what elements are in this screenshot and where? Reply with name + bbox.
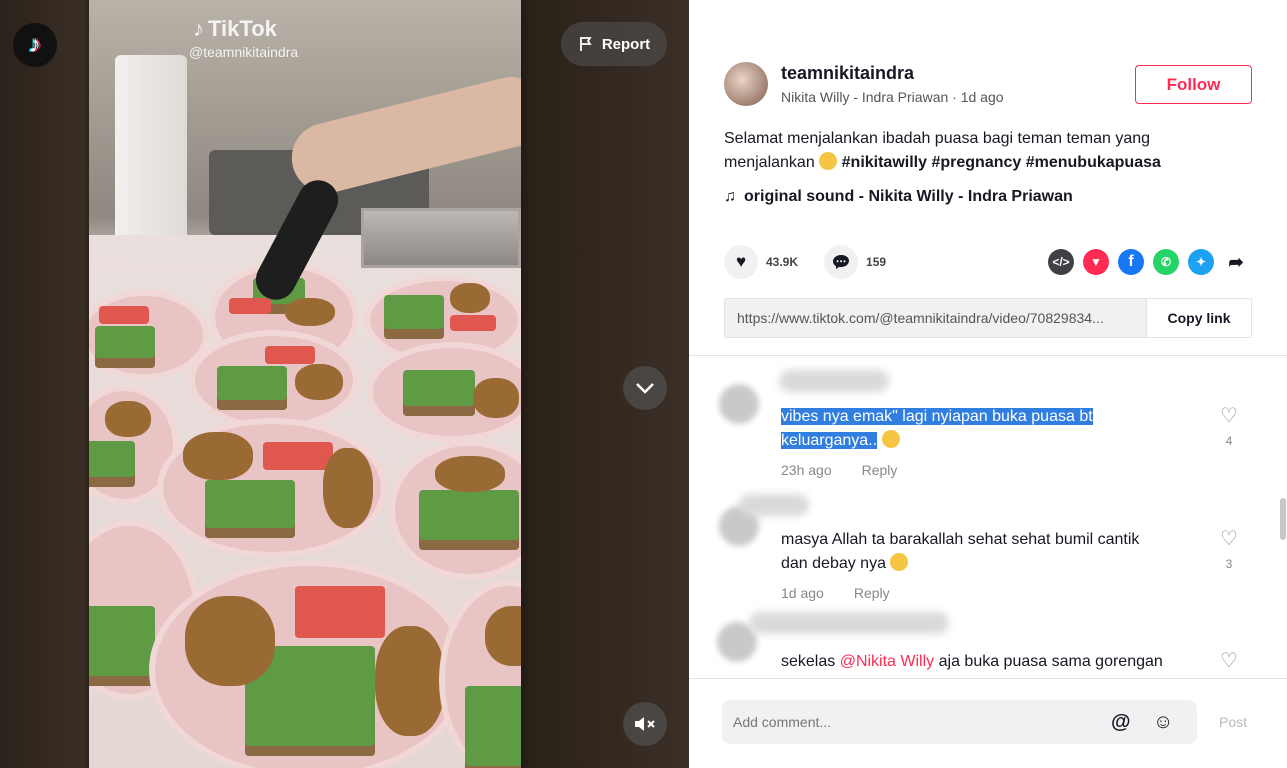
post-comment-button[interactable]: Post — [1219, 714, 1247, 730]
whatsapp-icon[interactable]: ✆ — [1153, 249, 1179, 275]
heart-outline-icon: ♡ — [1220, 528, 1238, 550]
video-scene-plate — [157, 418, 387, 558]
video-description: Selamat menjalankan ibadah puasa bagi te… — [724, 127, 1224, 175]
hashtag-link[interactable]: #nikitawilly — [842, 154, 927, 171]
smiling-face-emoji-icon — [819, 152, 838, 170]
comment-input-placeholder: Add comment... — [733, 714, 832, 730]
heart-outline-icon: ♡ — [1220, 650, 1238, 672]
comment-time: 23h ago — [781, 462, 832, 478]
comment-input[interactable]: Add comment... @ ☺ — [722, 700, 1197, 744]
reply-button[interactable]: Reply — [862, 462, 898, 478]
comment-button[interactable] — [824, 245, 859, 279]
video-frame[interactable]: ♪ TikTok @teamnikitaindra — [89, 0, 521, 768]
share-link-box: https://www.tiktok.com/@teamnikitaindra/… — [724, 298, 1252, 338]
composer-divider — [689, 678, 1287, 679]
like-count: 43.9K — [766, 255, 799, 269]
author-username[interactable]: teamnikitaindra — [781, 63, 1004, 84]
commenter-name[interactable] — [749, 612, 949, 634]
heart-icon: ♥ — [735, 252, 747, 271]
comments-scrollbar[interactable] — [1280, 498, 1286, 540]
share-link-text[interactable]: https://www.tiktok.com/@teamnikitaindra/… — [725, 299, 1146, 337]
heart-outline-icon: ♡ — [1220, 405, 1238, 427]
follow-button[interactable]: Follow — [1135, 65, 1252, 104]
author-avatar[interactable] — [724, 62, 768, 106]
comment-time: 1d ago — [781, 585, 824, 601]
music-note-icon: ♫ — [724, 188, 736, 205]
comment-like[interactable]: ♡ 3 — [1217, 526, 1241, 571]
comment-meta: 23h ago Reply — [781, 462, 897, 478]
grinning-face-emoji-icon — [881, 430, 900, 448]
flag-icon — [579, 37, 592, 51]
post-time: 1d ago — [960, 89, 1004, 105]
comment-like[interactable]: ♡ 4 — [1217, 403, 1241, 448]
video-scene-plate — [149, 560, 469, 768]
commenter-name[interactable] — [739, 494, 809, 516]
comment-text: masya Allah ta barakallah sehat sehat bu… — [781, 531, 1140, 572]
tiktok-logo-icon[interactable]: ♪ — [13, 23, 57, 67]
author-subtitle: Nikita Willy - Indra Priawan · 1d ago — [781, 89, 1004, 105]
reply-button[interactable]: Reply — [854, 585, 890, 601]
comment-list: vibes nya emak" lagi nyiapan buka puasa … — [689, 356, 1287, 678]
author-info[interactable]: teamnikitaindra Nikita Willy - Indra Pri… — [724, 62, 1004, 106]
speaker-muted-icon — [635, 717, 655, 731]
copy-link-button[interactable]: Copy link — [1146, 299, 1251, 337]
comment-count: 159 — [866, 255, 887, 269]
emoji-picker-icon[interactable]: ☺ — [1153, 711, 1173, 734]
chevron-down-icon — [636, 383, 654, 394]
engagement-actions: ♥ 43.9K 159 — [724, 245, 912, 279]
next-video-button[interactable] — [623, 366, 667, 410]
watermark-username: @teamnikitaindra — [189, 44, 299, 60]
comment-text: sekelas @Nikita Willy aja buka puasa sam… — [781, 653, 1163, 670]
hashtag-link[interactable]: #pregnancy — [931, 154, 1021, 171]
commenter-name[interactable] — [779, 370, 889, 392]
comment-like-count: 3 — [1225, 557, 1233, 571]
video-info-panel: teamnikitaindra Nikita Willy - Indra Pri… — [689, 0, 1287, 768]
report-button[interactable]: Report — [561, 22, 667, 66]
video-scene-tray — [361, 208, 521, 268]
video-scene-plate — [189, 330, 359, 430]
comment-bubble-icon — [833, 255, 850, 269]
author-display-name: Nikita Willy - Indra Priawan — [781, 89, 949, 105]
share-options: </> ▼ f ✆ ✦ ➦ — [1048, 249, 1249, 275]
smiling-face-with-hearts-emoji-icon — [890, 553, 909, 571]
mute-button[interactable] — [623, 702, 667, 746]
sound-label: original sound - Nikita Willy - Indra Pr… — [744, 188, 1073, 205]
mention-link[interactable]: @Nikita Willy — [840, 653, 934, 670]
tiktok-note-icon: ♪ — [193, 16, 204, 41]
report-label: Report — [601, 35, 651, 53]
comment-like[interactable]: ♡ — [1217, 648, 1241, 673]
like-button[interactable]: ♥ — [724, 245, 758, 279]
commenter-avatar[interactable] — [719, 384, 759, 424]
facebook-icon[interactable]: f — [1118, 249, 1144, 275]
hashtag-link[interactable]: #menubukapuasa — [1026, 154, 1161, 171]
video-player[interactable]: ♪ TikTok @teamnikitaindra ♪ Report — [0, 0, 689, 768]
embed-icon[interactable]: </> — [1048, 249, 1074, 275]
video-watermark: ♪ TikTok @teamnikitaindra — [189, 16, 298, 60]
tiktok-video-page: ♪ TikTok @teamnikitaindra ♪ Report teamni… — [0, 0, 1287, 768]
sound-link[interactable]: ♫ original sound - Nikita Willy - Indra … — [724, 188, 1073, 206]
twitter-icon[interactable]: ✦ — [1188, 249, 1214, 275]
send-to-friends-icon[interactable]: ▼ — [1083, 249, 1109, 275]
watermark-brand: TikTok — [208, 16, 277, 41]
mention-at-icon[interactable]: @ — [1111, 711, 1131, 734]
comment-meta: 1d ago Reply — [781, 585, 890, 601]
share-arrow-icon[interactable]: ➦ — [1223, 249, 1249, 275]
comment-text: vibes nya emak" lagi nyiapan buka puasa … — [781, 408, 1093, 449]
comment-like-count: 4 — [1225, 434, 1233, 448]
